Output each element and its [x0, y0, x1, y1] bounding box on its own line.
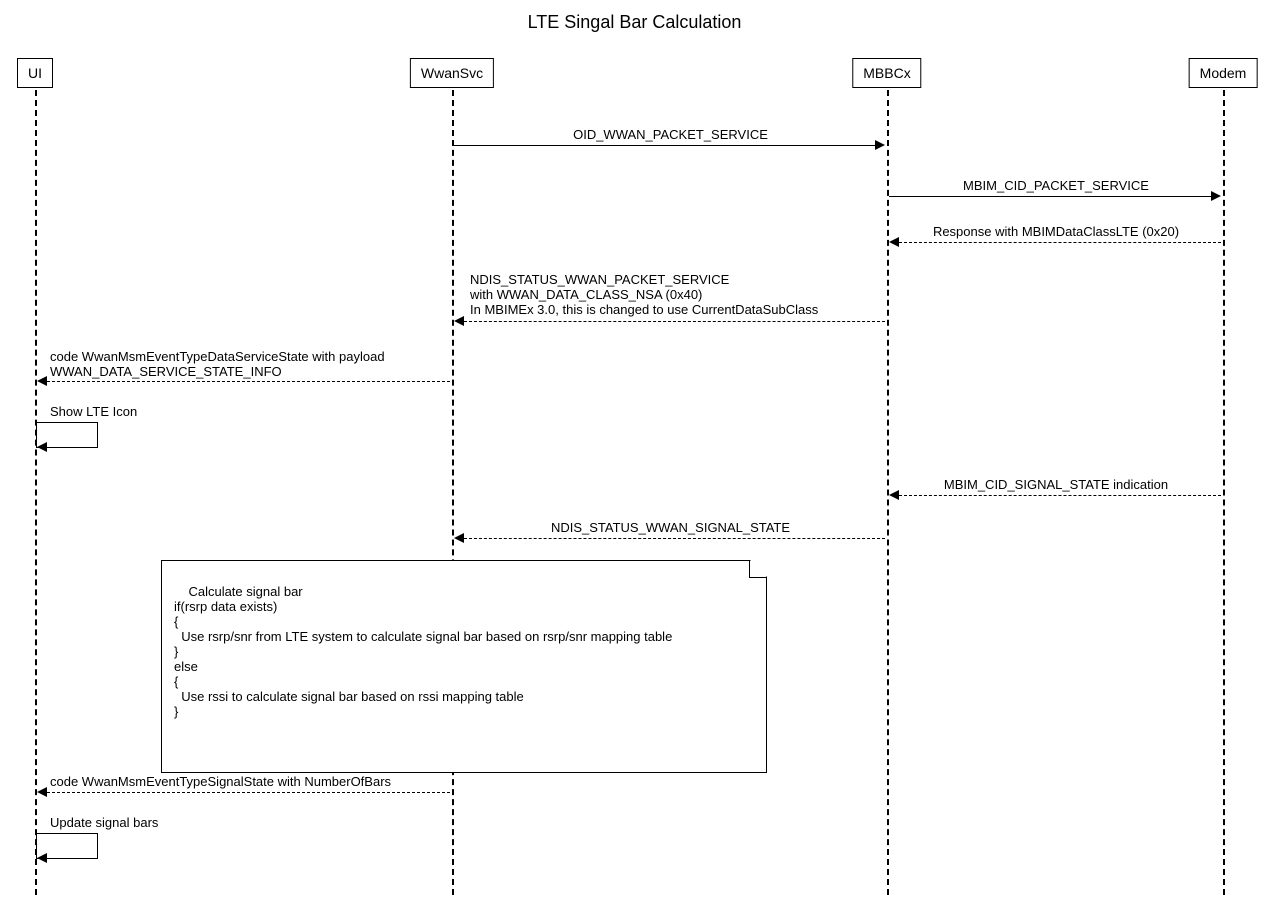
note-text: Calculate signal bar if(rsrp data exists… [174, 584, 672, 719]
actor-mbbcx: MBBCx [852, 58, 921, 88]
note-calculate-signal-bar: Calculate signal bar if(rsrp data exists… [161, 560, 767, 773]
lifeline-wwansvc [452, 90, 454, 895]
lifeline-modem [1223, 90, 1225, 895]
sequence-diagram: LTE Singal Bar Calculation UI WwanSvc MB… [0, 0, 1269, 902]
actor-ui: UI [17, 58, 53, 88]
lifeline-ui [35, 90, 37, 895]
actor-modem: Modem [1189, 58, 1258, 88]
diagram-title: LTE Singal Bar Calculation [0, 12, 1269, 33]
actor-wwansvc: WwanSvc [410, 58, 494, 88]
